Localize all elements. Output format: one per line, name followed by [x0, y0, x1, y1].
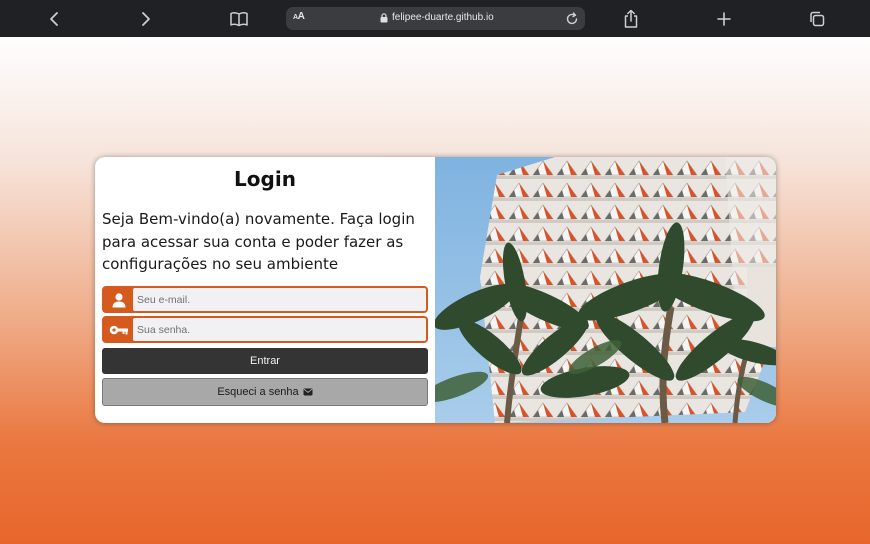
lock-icon	[380, 12, 388, 22]
login-card: Login Seja Bem-vindo(a) novamente. Faça …	[95, 157, 776, 423]
user-icon	[104, 288, 133, 311]
url-display[interactable]: felipee-duarte.github.io	[380, 12, 494, 23]
login-form: Login Seja Bem-vindo(a) novamente. Faça …	[95, 157, 435, 423]
welcome-text: Seja Bem-vindo(a) novamente. Faça login …	[102, 210, 415, 273]
email-field-group	[102, 286, 428, 313]
login-title: Login	[234, 167, 296, 191]
plus-icon	[717, 12, 731, 26]
envelope-icon	[303, 388, 313, 396]
key-icon	[104, 318, 133, 341]
forgot-password-label: Esqueci a senha	[217, 386, 299, 398]
chevron-left-icon	[50, 12, 58, 26]
browser-toolbar: AAAA felipee-duarte.github.io	[0, 0, 870, 37]
new-tab-button[interactable]	[711, 6, 737, 32]
login-button[interactable]: Entrar	[102, 348, 428, 374]
book-icon	[230, 12, 248, 27]
text-size-button[interactable]: AAAA	[293, 11, 305, 22]
tabs-overview-button[interactable]	[804, 6, 830, 32]
reload-button[interactable]	[565, 11, 579, 30]
password-input[interactable]	[133, 318, 426, 341]
back-button[interactable]	[41, 6, 67, 32]
share-icon	[624, 9, 638, 28]
login-button-label: Entrar	[250, 355, 280, 367]
page-background: Login Seja Bem-vindo(a) novamente. Faça …	[0, 37, 870, 544]
address-bar[interactable]: AAAA felipee-duarte.github.io	[286, 7, 585, 30]
tabs-icon	[810, 11, 825, 27]
bookmarks-button[interactable]	[226, 6, 252, 32]
forward-button[interactable]	[133, 6, 159, 32]
building-photo	[435, 157, 776, 423]
url-text: felipee-duarte.github.io	[392, 12, 494, 23]
share-button[interactable]	[618, 6, 644, 32]
password-field-group	[102, 316, 428, 343]
chevron-right-icon	[142, 12, 150, 26]
forgot-password-button[interactable]: Esqueci a senha	[102, 378, 428, 406]
reload-icon	[566, 12, 578, 25]
email-input[interactable]	[133, 288, 426, 311]
